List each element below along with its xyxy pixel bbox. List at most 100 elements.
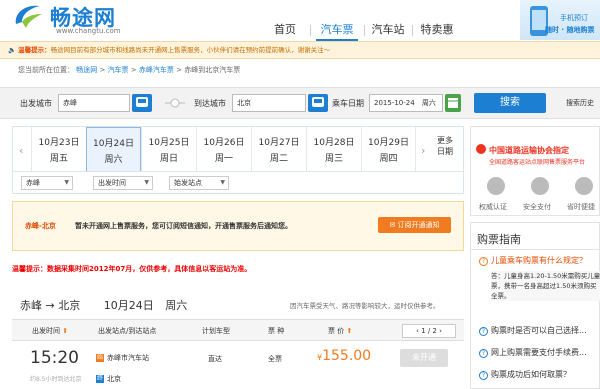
- chevron-down-icon: ▼: [220, 179, 225, 186]
- date-label: 乘车日期: [332, 99, 364, 108]
- search-button[interactable]: 搜索: [474, 93, 546, 113]
- route-arrow-icon: →: [45, 299, 55, 312]
- route-name: 赤峰-北京: [25, 222, 56, 230]
- date-tab[interactable]: 10月27日 周二: [251, 127, 306, 171]
- notice-bar: 🔈 温馨提示：畅途网目前有部分城市和线路尚未开通网上售票服务，小伙伴们请在预约前…: [0, 41, 600, 59]
- from-city-input[interactable]: 赤峰: [58, 94, 130, 112]
- chevron-down-icon: ▼: [64, 179, 69, 186]
- route-weekday: 周六: [165, 299, 188, 312]
- from-city-label: 出发城市: [20, 99, 52, 108]
- col-stations: 出发站点/到达站点: [98, 327, 157, 335]
- mobile-promo-banner[interactable]: 手机预订 随时 · 随地购票: [520, 0, 600, 40]
- route-to: 北京: [58, 299, 81, 312]
- sort-up-icon: ⬆: [62, 327, 69, 335]
- ticket-guide: 购票指南 ? 儿童乘车购票有什么规定？ 答：儿童身高1.20-1.50米需购买儿童…: [470, 222, 600, 389]
- date-tab[interactable]: 10月23日 周五: [31, 127, 86, 171]
- route-header: 赤峰 → 北京 10月24日 周六: [20, 297, 187, 313]
- ticket-type: 全票: [268, 355, 282, 363]
- date-value: 2015-10-24: [374, 99, 415, 107]
- schedule-table-header: 出发时间 ⬆ 出发站点/到达站点 计划车型 票 种 票 价 ⬆ ‹ 1 / 2 …: [12, 319, 464, 341]
- bus-pick-icon[interactable]: [132, 94, 152, 112]
- more-dates-button[interactable]: 更多 日期: [431, 135, 459, 157]
- depart-time: 15:20: [30, 348, 79, 368]
- route-tips: 因汽车票受天气、路况等影响较大，运时仅供参考。: [290, 302, 440, 310]
- calendar-icon[interactable]: [445, 94, 461, 112]
- guide-question[interactable]: ? 网上购票需要支付手续费...: [479, 347, 587, 358]
- question-icon: ?: [479, 327, 488, 336]
- col-depart-time[interactable]: 出发时间 ⬆: [32, 326, 68, 336]
- search-history-link[interactable]: 搜索历史: [566, 98, 594, 108]
- nav-bus-stations[interactable]: 汽车站: [368, 21, 408, 41]
- to-city-label: 到达城市: [194, 99, 226, 108]
- promo-line1: 手机预订: [560, 14, 588, 22]
- breadcrumb-prefix: 您当前所在位置：: [18, 66, 74, 74]
- next-dates-icon[interactable]: ›: [421, 144, 425, 157]
- guide-answer: 答：儿童身高1.20-1.50米需购买儿童票，携带一名身高超过1.50米须购买全…: [491, 271, 600, 301]
- guide-question[interactable]: ? 购票成功后如何取票？: [479, 369, 571, 380]
- promo-line2: 随时 · 随地购票: [545, 26, 595, 34]
- nav-home[interactable]: 首页: [270, 21, 300, 41]
- notice-label: 温馨提示：: [18, 46, 51, 54]
- verified-label: 权威认证: [479, 203, 507, 211]
- breadcrumb-current: 赤峰到北京汽车票: [184, 66, 241, 74]
- date-tab[interactable]: 10月25日 周日: [141, 127, 196, 171]
- table-row: 15:20 约8.5小时到达北京 始赤峰市汽车站 终北京 直达 全票 ¥155.…: [12, 342, 464, 389]
- time-filter-select[interactable]: 出发时间 ▼: [93, 176, 153, 190]
- no-service-notice: 赤峰-北京 暂未开通网上售票服务，您可订阅短信通知，开通售票服务后通知您。 ✉ …: [12, 201, 464, 251]
- convenient-label: 省时便捷: [567, 203, 595, 211]
- nav-special-deals[interactable]: 特卖惠: [416, 21, 458, 41]
- association-title: 中国道路运输协会指定: [489, 146, 569, 155]
- question-icon: ?: [479, 257, 488, 266]
- date-tab[interactable]: 10月28日 周三: [306, 127, 361, 171]
- filter-bar: 赤峰 ▼ 出发时间 ▼ 始发站点 ▼: [12, 172, 464, 194]
- city-filter-select[interactable]: 赤峰 ▼: [21, 176, 73, 190]
- route-from: 赤峰: [20, 299, 42, 312]
- question-icon: ?: [479, 349, 488, 358]
- guide-question[interactable]: ? 儿童乘车购票有什么规定？: [479, 255, 587, 266]
- data-warning: 温馨提示：数据采集时间2012年07月，仅供参考，具体信息以客运站为准。: [12, 265, 252, 273]
- guide-title: 购票指南: [477, 233, 521, 246]
- from-station[interactable]: 始赤峰市汽车站: [96, 353, 149, 363]
- date-tab[interactable]: 10月29日 周四: [361, 127, 416, 171]
- speaker-icon: 🔈: [8, 46, 17, 54]
- right-sidebar: 中国道路运输协会指定 全国道路客运站点联网售票服务平台 权威认证 安全支付 省时…: [470, 126, 600, 389]
- sort-up-icon: ⬆: [346, 327, 353, 335]
- notice-text: 畅途网目前有部分城市和线路尚未开通网上售票服务，小伙伴们请在预约前提前确认，谢谢…: [50, 46, 331, 54]
- date-tab-selected[interactable]: 10月24日 周六: [86, 127, 141, 171]
- arrival-hint: 约8.5小时到达北京: [30, 376, 82, 383]
- site-header: 畅途网 www.changtu.com 首页 汽车票 汽车站 特卖惠 手机预订 …: [0, 0, 600, 41]
- chevron-down-icon: ▼: [144, 179, 149, 186]
- association-badge: 中国道路运输协会指定 全国道路客运站点联网售票服务平台 权威认证 安全支付 省时…: [470, 126, 600, 216]
- prev-dates-icon[interactable]: ‹: [19, 144, 23, 157]
- association-subtitle: 全国道路客运站点联网售票服务平台: [489, 159, 586, 166]
- breadcrumb: 您当前所在位置： 畅途网 > 汽车票 > 赤峰汽车票 > 赤峰到北京汽车票: [18, 66, 241, 74]
- breadcrumb-home[interactable]: 畅途网: [76, 66, 97, 74]
- date-weekday: 周六: [421, 99, 436, 107]
- search-bar: 出发城市 赤峰 到达城市 北京 乘车日期 2015-10-24 周六 搜索 搜索…: [0, 87, 600, 119]
- col-ticket-type: 票 种: [268, 327, 285, 335]
- station-filter-select[interactable]: 始发站点 ▼: [169, 176, 229, 190]
- logo-swoosh-icon[interactable]: [12, 2, 44, 30]
- breadcrumb-city-tickets[interactable]: 赤峰汽车票: [139, 66, 174, 74]
- clock-icon: [575, 177, 593, 195]
- date-tabs: ‹ 10月23日 周五 10月24日 周六 10月25日 周日 10月26日 周一 10…: [12, 126, 464, 172]
- nav-bus-tickets[interactable]: 汽车票: [316, 21, 358, 41]
- date-tab[interactable]: 10月26日 周一: [196, 127, 251, 171]
- breadcrumb-bus-tickets[interactable]: 汽车票: [108, 66, 129, 74]
- guide-question[interactable]: ? 购票时是否可以自己选择...: [479, 325, 587, 336]
- shield-icon: [531, 177, 549, 195]
- bus-type: 直达: [208, 355, 222, 363]
- route-date: 10月24日: [103, 299, 154, 312]
- bus-pick-icon[interactable]: [308, 94, 328, 112]
- not-open-button[interactable]: 未开通: [400, 349, 448, 367]
- date-input[interactable]: 2015-10-24 周六: [369, 94, 443, 112]
- subscribe-button[interactable]: ✉ 订阅开通通知: [378, 217, 451, 233]
- logo-url: www.changtu.com: [56, 27, 121, 35]
- col-price[interactable]: 票 价 ⬆: [328, 326, 352, 336]
- no-service-text: 暂未开通网上售票服务，您可订阅短信通知，开通售票服务后通知您。: [75, 222, 292, 230]
- to-city-input[interactable]: 北京: [232, 94, 306, 112]
- col-bus-type: 计划车型: [202, 327, 230, 335]
- safe-pay-label: 安全支付: [523, 203, 551, 211]
- pager[interactable]: ‹ 1 / 2 ›: [402, 324, 456, 338]
- verified-icon: [487, 177, 505, 195]
